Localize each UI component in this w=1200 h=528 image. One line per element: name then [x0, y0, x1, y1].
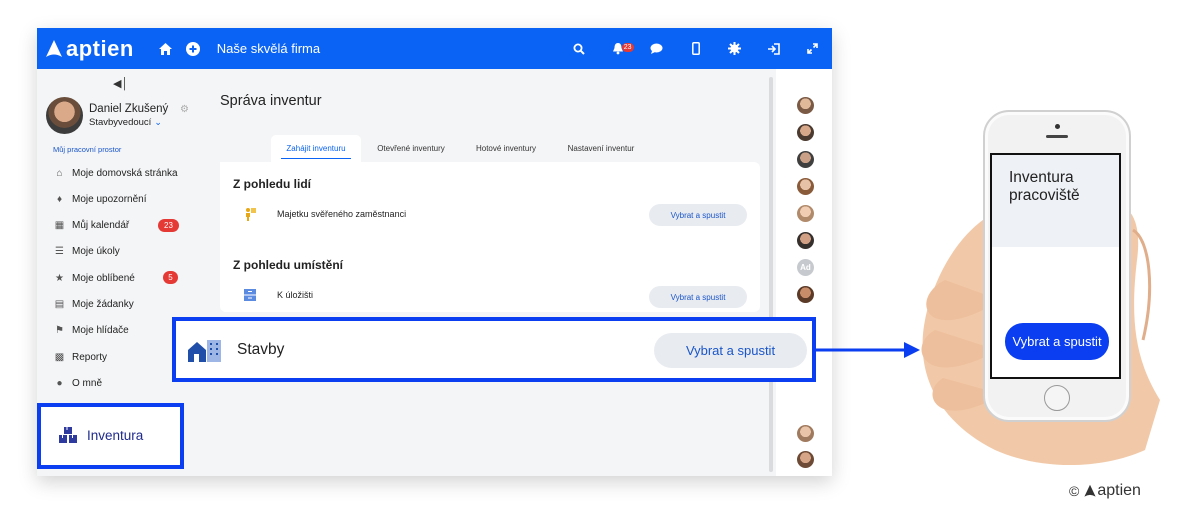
sidebar-item-label: Můj kalendář [72, 219, 130, 231]
brand-name: aptien [66, 35, 134, 61]
plus-circle-icon[interactable] [183, 39, 203, 59]
inventory-start-card: Z pohledu lidí Majetku svěřeného zaměstn… [220, 162, 760, 312]
aptien-logo-icon [1084, 484, 1096, 497]
phone-select-and-start-button[interactable]: Vybrat a spustit [1005, 323, 1109, 360]
sidebar-item-label: Reporty [72, 351, 108, 363]
notification-badge: 23 [621, 42, 634, 52]
row-label-employee-assets: Majetku svěřeného zaměstnanci [277, 209, 407, 219]
footer-brand: aptien [1097, 482, 1141, 499]
logout-icon[interactable] [764, 39, 784, 59]
section-heading-location: Z pohledu umístění [233, 258, 343, 272]
mobile-icon[interactable] [686, 39, 706, 59]
inventura-callout[interactable]: Inventura [37, 403, 184, 469]
bell-icon: ♦ [56, 193, 63, 205]
tab-finished-inventories[interactable]: Hotové inventury [466, 135, 546, 162]
copyright-symbol: © [1069, 483, 1080, 499]
search-icon[interactable] [569, 39, 589, 59]
avatar[interactable] [797, 232, 814, 249]
row-label-storage: K úložišti [277, 290, 314, 300]
phone-home-button[interactable] [1044, 385, 1070, 411]
avatar[interactable] [797, 178, 814, 195]
inventura-label: Inventura [87, 428, 144, 443]
user-role-label: Stavbyvedoucí [89, 117, 152, 128]
chat-icon[interactable] [647, 39, 667, 59]
select-and-start-button[interactable]: Vybrat a spustit [649, 286, 747, 308]
storage-icon [244, 289, 256, 301]
tab-open-inventories[interactable]: Otevřené inventury [367, 135, 455, 162]
sidebar-item-label: Moje úkoly [72, 245, 120, 257]
sidebar-item-label: O mně [72, 377, 103, 389]
scrollbar[interactable] [769, 77, 773, 472]
aptien-logo: aptien [1083, 482, 1141, 500]
bell-icon[interactable]: 23 [608, 39, 634, 59]
boxes-icon [59, 427, 77, 443]
sidebar-item-label: Moje upozornění [72, 193, 147, 205]
user-name[interactable]: Daniel Zkušený [89, 103, 168, 115]
tab-start-inventory[interactable]: Zahájit inventuru [271, 135, 361, 162]
avatar[interactable] [797, 97, 814, 114]
sidebar-item-home[interactable]: ⌂ Moje domovská stránka [53, 164, 193, 182]
sidebar-item-label: Moje domovská stránka [72, 167, 178, 179]
aptien-logo[interactable]: aptien [44, 36, 134, 62]
sidebar-item-label: Moje žádanky [72, 298, 134, 310]
avatar[interactable] [797, 205, 814, 222]
chevron-down-icon: ⌄ [154, 117, 162, 127]
collapse-sidebar-icon[interactable]: ◀│ [113, 77, 128, 90]
calendar-icon: ▦ [54, 219, 65, 231]
main-content: Správa inventur Zahájit inventuru Otevře… [200, 69, 776, 476]
sidebar-item-notifications[interactable]: ♦ Moje upozornění [53, 190, 193, 208]
sidebar-item-tasks[interactable]: ☰ Moje úkoly [53, 242, 193, 260]
stavby-label: Stavby [237, 341, 285, 358]
gear-icon[interactable] [725, 39, 745, 59]
report-icon: ▩ [54, 351, 65, 363]
top-bar: aptien Naše skvělá firma 23 [37, 28, 832, 69]
section-heading-people: Z pohledu lidí [233, 177, 311, 191]
avatar[interactable]: Ad [797, 259, 814, 276]
watch-icon: ⚑ [55, 324, 64, 336]
aptien-logo-icon [46, 39, 62, 57]
phone-title: Inventura pracoviště [1009, 169, 1080, 204]
home-icon[interactable] [156, 39, 176, 59]
select-and-start-button[interactable]: Vybrat a spustit [654, 333, 807, 368]
tasks-icon: ☰ [55, 245, 64, 257]
workspace-label: Můj pracovní prostor [53, 145, 122, 154]
sidebar-item-calendar[interactable]: ▦ Můj kalendář [53, 216, 193, 234]
phone-screen: Inventura pracoviště Vybrat a spustit [990, 153, 1121, 379]
stavby-callout: Stavby Vybrat a spustit [172, 317, 816, 382]
camera-icon [1055, 124, 1060, 129]
avatar[interactable] [797, 124, 814, 141]
top-bar-actions: 23 [559, 28, 832, 69]
avatar[interactable] [797, 151, 814, 168]
copyright: © aptien [1069, 482, 1141, 500]
user-avatar[interactable] [46, 97, 83, 134]
sidebar-item-label: Moje oblíbené [72, 272, 135, 284]
home-icon: ⌂ [56, 167, 63, 179]
sidebar-item-requests[interactable]: ▤ Moje žádanky [53, 295, 193, 313]
user-role[interactable]: Stavbyvedoucí ⌄ [89, 117, 162, 128]
earpiece [1046, 135, 1068, 138]
people-panel: Ad [779, 69, 832, 476]
expand-icon[interactable] [803, 39, 823, 59]
page-title: Správa inventur [220, 93, 322, 109]
company-name[interactable]: Naše skvělá firma [217, 41, 320, 56]
person-asset-icon [246, 208, 256, 221]
user-settings-icon[interactable]: ⚙ [180, 104, 189, 115]
avatar[interactable] [797, 451, 814, 468]
avatar[interactable] [797, 425, 814, 442]
person-icon: ● [56, 377, 63, 389]
sidebar-item-label: Moje hlídače [72, 324, 129, 336]
document-icon: ▤ [54, 298, 65, 310]
sidebar-item-favorites[interactable]: ★ Moje oblíbené [53, 269, 193, 287]
tab-inventory-settings[interactable]: Nastavení inventur [557, 135, 645, 162]
select-and-start-button[interactable]: Vybrat a spustit [649, 204, 747, 226]
buildings-icon [188, 340, 221, 362]
avatar[interactable] [797, 286, 814, 303]
star-icon: ★ [55, 272, 64, 284]
